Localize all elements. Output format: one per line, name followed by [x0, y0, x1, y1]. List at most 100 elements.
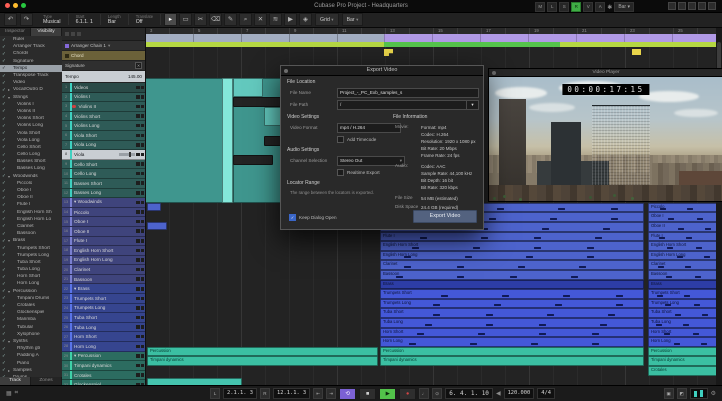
- mixer-icon[interactable]: ⌗: [15, 390, 18, 397]
- mute-button[interactable]: [136, 210, 140, 214]
- visibility-item[interactable]: ✓ Tuba Long: [0, 266, 62, 273]
- visibility-item[interactable]: ✓ Cello Short: [0, 144, 62, 151]
- keep-dialog-open-row[interactable]: ✓ Keep Dialog Open: [289, 214, 337, 221]
- visibility-item[interactable]: ✓ Tubular: [0, 324, 62, 331]
- solo-button[interactable]: [140, 191, 144, 195]
- solo-button[interactable]: [140, 85, 144, 90]
- track-row[interactable]: 23 Trumpets Short: [62, 294, 145, 304]
- solo-button[interactable]: [140, 171, 144, 176]
- stop-button[interactable]: ■: [359, 387, 377, 400]
- visibility-item[interactable]: ✓ Glockenspiel: [0, 309, 62, 316]
- track-row[interactable]: 13 ▾ Woodwinds: [62, 198, 145, 208]
- track-row[interactable]: 29 ▾ Percussion: [62, 351, 145, 362]
- visibility-item[interactable]: ✓ Transpose Track: [0, 72, 62, 79]
- mute-button[interactable]: [136, 171, 140, 176]
- checkmark-icon[interactable]: ✓: [2, 116, 8, 122]
- visibility-item[interactable]: ✓ Basses Short: [0, 158, 62, 165]
- checkbox-checked-icon[interactable]: ✓: [289, 214, 296, 221]
- visibility-item[interactable]: ✓ Video: [0, 79, 62, 86]
- video-format-value[interactable]: mp4 / H.264: [337, 123, 401, 133]
- play-button[interactable]: ▶: [379, 387, 397, 400]
- track-row[interactable]: 31 Crotales: [62, 370, 145, 381]
- visibility-item[interactable]: ✓ Cello Long: [0, 151, 62, 158]
- visibility-item[interactable]: ✓ ▾ Strings: [0, 94, 62, 101]
- track-row[interactable]: 11 Basses Short: [62, 178, 145, 189]
- checkmark-icon[interactable]: ✓: [2, 166, 8, 172]
- midi-clip[interactable]: Trumpets Short: [380, 289, 644, 299]
- track-row[interactable]: 25 Tuba Short: [62, 313, 145, 323]
- midi-clip[interactable]: Piccolo: [648, 202, 716, 213]
- solo-button[interactable]: [140, 123, 144, 128]
- visibility-item[interactable]: ✓ Horn Long: [0, 280, 62, 287]
- midi-clip[interactable]: Oboe I: [648, 212, 716, 222]
- audio-clip[interactable]: Timpani dynamics: [380, 356, 644, 366]
- visibility-item[interactable]: ✓ Signature: [0, 58, 62, 65]
- track-row[interactable]: 28 Horn Long: [62, 342, 145, 352]
- midi-clip[interactable]: Horn Long: [380, 337, 644, 347]
- audio-clip[interactable]: [233, 78, 263, 97]
- record-button[interactable]: ●: [399, 387, 417, 400]
- visibility-item[interactable]: ✓ Violins Short: [0, 115, 62, 122]
- track-row[interactable]: 10 Cello Long: [62, 169, 145, 179]
- checkmark-icon[interactable]: ✓: [2, 303, 8, 309]
- left-locator-tag[interactable]: L: [210, 388, 220, 399]
- checkmark-icon[interactable]: ✓: [2, 216, 8, 222]
- visibility-item[interactable]: ✓ Ruler: [0, 36, 62, 43]
- mute-button[interactable]: [136, 287, 140, 291]
- solo-button[interactable]: [140, 296, 144, 301]
- redo-icon[interactable]: ↷: [20, 13, 33, 26]
- checkmark-icon[interactable]: ✓: [2, 123, 8, 129]
- onscreen-keyboard-icon[interactable]: ▦: [6, 390, 12, 397]
- visibility-item[interactable]: ✓ Viola Long: [0, 137, 62, 144]
- checkmark-icon[interactable]: ✓: [2, 231, 8, 237]
- chord-track-row[interactable]: Chord: [62, 51, 145, 61]
- visibility-item[interactable]: ✓ ▾ Woodwinds: [0, 173, 62, 180]
- checkmark-icon[interactable]: ✓: [2, 73, 8, 79]
- visibility-item[interactable]: ✓ Basses Long: [0, 165, 62, 172]
- mute-button[interactable]: [136, 162, 140, 166]
- visibility-item[interactable]: ✓ Padding A: [0, 352, 62, 359]
- visibility-item[interactable]: ✓ Chords: [0, 50, 62, 57]
- solo-button[interactable]: [140, 104, 144, 109]
- mute-button[interactable]: [136, 143, 140, 147]
- tool-button-0[interactable]: ▸: [164, 13, 178, 26]
- checkmark-icon[interactable]: ✓: [2, 188, 8, 194]
- track-row[interactable]: 24 Trumpets Long: [62, 303, 145, 314]
- midi-clip[interactable]: [147, 222, 167, 230]
- filter-tracks-icon[interactable]: [71, 32, 75, 36]
- visibility-item[interactable]: ✓ Bassoon: [0, 230, 62, 237]
- checkmark-icon[interactable]: ✓: [2, 144, 8, 150]
- audio-clip[interactable]: [147, 377, 242, 385]
- video-player-title-bar[interactable]: Video Player: [489, 69, 722, 77]
- mute-button[interactable]: [136, 239, 140, 243]
- audio-clip[interactable]: [222, 78, 233, 203]
- visibility-item[interactable]: ✓ Violins I: [0, 101, 62, 108]
- midi-clip[interactable]: Clarinet: [380, 260, 644, 270]
- close-icon[interactable]: ✕: [135, 62, 142, 69]
- track-row[interactable]: 15 Oboe I: [62, 217, 145, 227]
- checkmark-icon[interactable]: ✓: [2, 180, 8, 186]
- checkmark-icon[interactable]: ✓: [2, 331, 8, 337]
- mute-button[interactable]: [136, 334, 140, 339]
- track-row[interactable]: 9 Cello Short: [62, 159, 145, 170]
- solo-button[interactable]: [140, 200, 144, 205]
- checkmark-icon[interactable]: ✓: [2, 310, 8, 316]
- metronome-icon[interactable]: ♩: [419, 388, 430, 399]
- midi-clip[interactable]: Bassoon: [380, 270, 644, 280]
- bar-dropdown[interactable]: Bar ▾: [614, 2, 634, 12]
- checkmark-icon[interactable]: ✓: [2, 152, 8, 158]
- visibility-item[interactable]: ✓ Oboe I: [0, 187, 62, 194]
- midi-clip[interactable]: Tuba Long: [380, 318, 644, 328]
- checkmark-icon[interactable]: ✓: [2, 353, 8, 359]
- midi-clip[interactable]: English Horn Short: [380, 241, 644, 251]
- solo-button[interactable]: [140, 306, 144, 310]
- titlebar-button-v[interactable]: V: [583, 2, 594, 12]
- checkbox-unchecked-icon[interactable]: [337, 136, 344, 143]
- file-path-input[interactable]: /: [337, 100, 469, 110]
- left-locator-value[interactable]: 2.1.1. 3: [223, 388, 257, 399]
- tool-button-6[interactable]: ✕: [254, 13, 268, 26]
- browse-path-button[interactable]: ▾: [466, 100, 479, 110]
- checkmark-icon[interactable]: ✓: [2, 108, 8, 114]
- visibility-item[interactable]: ✓ Tuba Short: [0, 259, 62, 266]
- tool-button-4[interactable]: ✎: [224, 13, 238, 26]
